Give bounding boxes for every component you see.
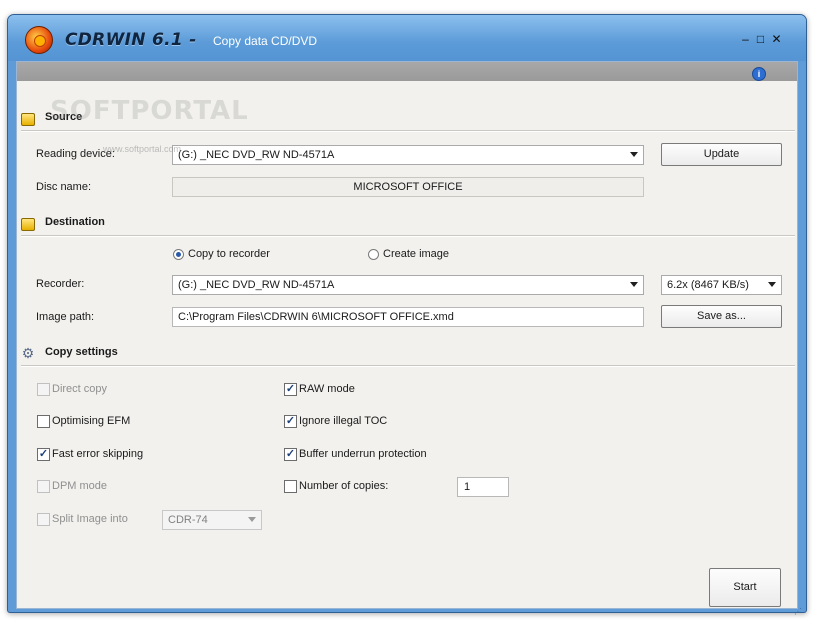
buffer-underrun-label[interactable]: Buffer underrun protection bbox=[299, 448, 427, 460]
number-of-copies-input[interactable]: 1 bbox=[457, 477, 509, 497]
start-button[interactable]: Start bbox=[709, 568, 781, 607]
folder-icon bbox=[21, 113, 35, 126]
chevron-down-icon bbox=[248, 517, 256, 522]
maximize-button[interactable]: □ bbox=[754, 33, 767, 46]
fast-error-skipping-checkbox[interactable]: ✓ bbox=[37, 448, 50, 461]
number-of-copies-value: 1 bbox=[464, 481, 471, 493]
optimising-efm-checkbox[interactable] bbox=[37, 415, 50, 428]
raw-mode-label[interactable]: RAW mode bbox=[299, 383, 355, 395]
buffer-underrun-checkbox[interactable]: ✓ bbox=[284, 448, 297, 461]
recorder-label: Recorder: bbox=[36, 278, 85, 290]
split-image-select[interactable]: CDR-74 bbox=[162, 510, 262, 530]
softportal-url: www.softportal.com bbox=[103, 144, 182, 154]
split-image-checkbox[interactable] bbox=[37, 513, 50, 526]
destination-title: Destination bbox=[45, 216, 105, 228]
destination-section-header: Destination bbox=[21, 215, 797, 237]
recorder-value: (G:) _NEC DVD_RW ND-4571A bbox=[178, 279, 335, 291]
create-image-label[interactable]: Create image bbox=[383, 248, 449, 260]
chevron-down-icon bbox=[630, 282, 638, 287]
disc-name-field: MICROSOFT OFFICE bbox=[172, 177, 644, 197]
raw-mode-checkbox[interactable]: ✓ bbox=[284, 383, 297, 396]
image-path-input[interactable]: C:\Program Files\CDRWIN 6\MICROSOFT OFFI… bbox=[172, 307, 644, 327]
resize-grip-icon[interactable]: ⋰ bbox=[794, 607, 804, 617]
direct-copy-checkbox[interactable] bbox=[37, 383, 50, 396]
update-button[interactable]: Update bbox=[661, 143, 782, 166]
recorder-select[interactable]: (G:) _NEC DVD_RW ND-4571A bbox=[172, 275, 644, 295]
reading-device-value: (G:) _NEC DVD_RW ND-4571A bbox=[178, 149, 335, 161]
title-bar[interactable]: CDRWIN 6.1 - Copy data CD/DVD – □ ✕ bbox=[8, 15, 806, 61]
create-image-radio[interactable] bbox=[368, 249, 379, 260]
copy-to-recorder-label[interactable]: Copy to recorder bbox=[188, 248, 270, 260]
gear-icon: ⚙ bbox=[21, 345, 35, 361]
cdrwin-logo-icon bbox=[25, 26, 53, 54]
dpm-mode-label: DPM mode bbox=[52, 480, 108, 492]
number-of-copies-checkbox[interactable] bbox=[284, 480, 297, 493]
optimising-efm-label[interactable]: Optimising EFM bbox=[52, 415, 130, 427]
reading-device-select[interactable]: (G:) _NEC DVD_RW ND-4571A bbox=[172, 145, 644, 165]
dpm-mode-checkbox[interactable] bbox=[37, 480, 50, 493]
chevron-down-icon bbox=[768, 282, 776, 287]
copy-settings-section-header: ⚙ Copy settings bbox=[21, 345, 797, 367]
speed-value: 6.2x (8467 KB/s) bbox=[667, 279, 749, 291]
app-name: CDRWIN 6.1 - bbox=[65, 30, 197, 50]
top-strip: i bbox=[17, 62, 797, 81]
fast-error-skipping-label[interactable]: Fast error skipping bbox=[52, 448, 143, 460]
window-subtitle: Copy data CD/DVD bbox=[213, 34, 318, 48]
info-icon[interactable]: i bbox=[752, 67, 766, 81]
split-image-label: Split Image into bbox=[52, 513, 128, 525]
minimize-button[interactable]: – bbox=[739, 33, 752, 46]
section-divider bbox=[21, 130, 795, 132]
speed-select[interactable]: 6.2x (8467 KB/s) bbox=[661, 275, 782, 295]
ignore-illegal-toc-checkbox[interactable]: ✓ bbox=[284, 415, 297, 428]
chevron-down-icon bbox=[630, 152, 638, 157]
softportal-watermark: SOFTPORTAL bbox=[50, 96, 249, 126]
disc-name-value: MICROSOFT OFFICE bbox=[353, 181, 463, 193]
disc-name-label: Disc name: bbox=[36, 181, 92, 193]
folder-icon bbox=[21, 218, 35, 231]
copy-settings-title: Copy settings bbox=[45, 346, 118, 358]
image-path-label: Image path: bbox=[36, 311, 95, 323]
section-divider bbox=[21, 235, 795, 237]
section-divider bbox=[21, 365, 795, 367]
image-path-value: C:\Program Files\CDRWIN 6\MICROSOFT OFFI… bbox=[178, 311, 454, 323]
save-as-button[interactable]: Save as... bbox=[661, 305, 782, 328]
ignore-illegal-toc-label[interactable]: Ignore illegal TOC bbox=[299, 415, 387, 427]
split-image-value: CDR-74 bbox=[168, 514, 208, 526]
copy-to-recorder-radio[interactable] bbox=[173, 249, 184, 260]
direct-copy-label: Direct copy bbox=[52, 383, 108, 395]
close-button[interactable]: ✕ bbox=[770, 33, 783, 46]
number-of-copies-label[interactable]: Number of copies: bbox=[299, 480, 388, 492]
